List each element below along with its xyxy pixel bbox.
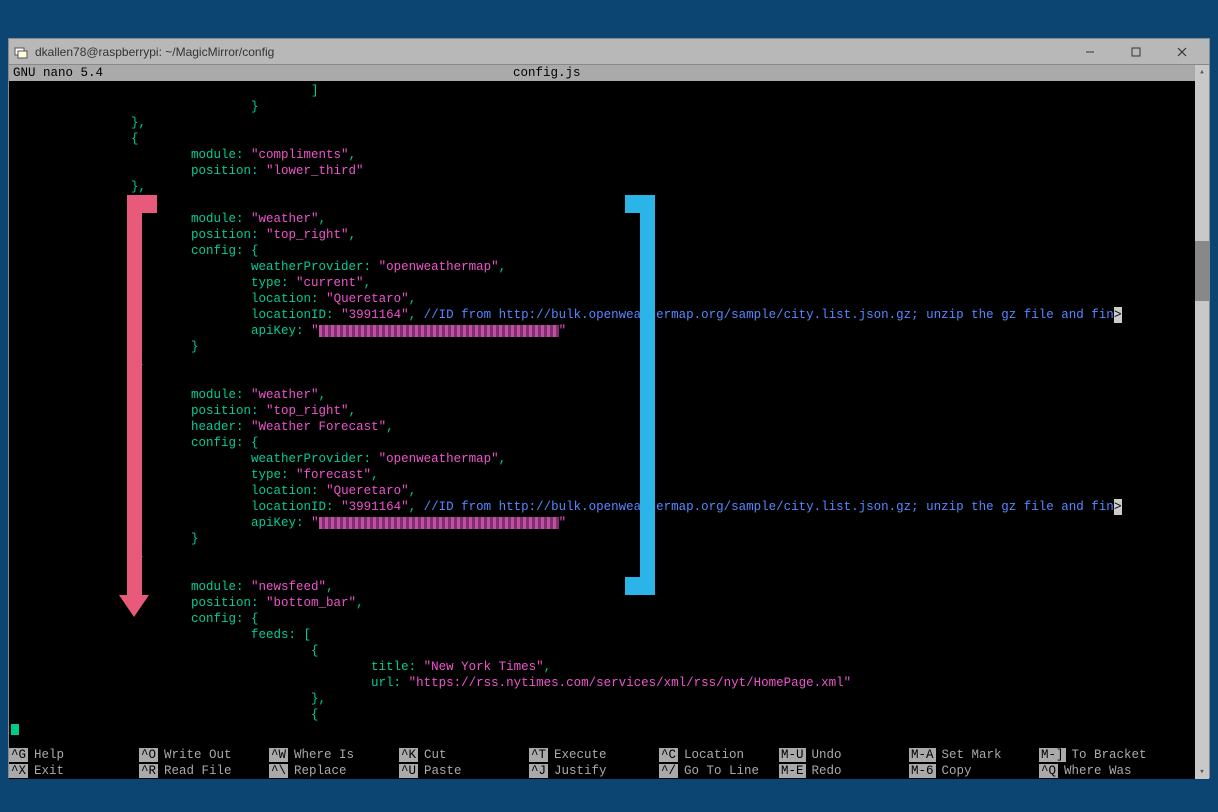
replace-shortcut: Replace — [288, 764, 347, 778]
line-continuation-icon: > — [1114, 307, 1122, 323]
maximize-button[interactable] — [1113, 40, 1159, 64]
titlebar[interactable]: dkallen78@raspberrypi: ~/MagicMirror/con… — [9, 39, 1209, 65]
justify-shortcut: Justify — [548, 764, 607, 778]
line-continuation-icon: > — [1114, 499, 1122, 515]
editor-content[interactable]: ] } }, { module: "compliments", position… — [9, 81, 1209, 735]
execute-shortcut: Execute — [548, 748, 607, 762]
whereis-shortcut: Where Is — [288, 748, 354, 762]
scroll-thumb[interactable] — [1195, 241, 1209, 301]
exit-shortcut: Exit — [28, 764, 64, 778]
nano-header: GNU nano 5.4 config.js — [9, 65, 1209, 81]
copy-shortcut: Copy — [936, 764, 972, 778]
nano-app-name: GNU nano 5.4 — [13, 66, 513, 80]
cut-shortcut: Cut — [418, 748, 447, 762]
redo-shortcut: Redo — [806, 764, 842, 778]
redacted-apikey — [319, 325, 559, 337]
paste-shortcut: Paste — [418, 764, 462, 778]
nano-file-name: config.js — [513, 66, 1205, 80]
nano-footer: ^GHelp ^OWrite Out ^WWhere Is ^KCut ^TEx… — [9, 747, 1209, 779]
redacted-apikey — [319, 517, 559, 529]
window-title: dkallen78@raspberrypi: ~/MagicMirror/con… — [35, 45, 1067, 59]
scroll-down-icon[interactable]: ▾ — [1195, 765, 1209, 779]
close-button[interactable] — [1159, 40, 1205, 64]
cursor — [11, 724, 19, 735]
setmark-shortcut: Set Mark — [936, 748, 1002, 762]
readfile-shortcut: Read File — [158, 764, 232, 778]
scroll-up-icon[interactable]: ▴ — [1195, 65, 1209, 79]
terminal-area[interactable]: GNU nano 5.4 config.js ] } }, { — [9, 65, 1209, 779]
writeout-shortcut: Write Out — [158, 748, 232, 762]
undo-shortcut: Undo — [806, 748, 842, 762]
wherewas-shortcut: Where Was — [1058, 764, 1132, 778]
location-shortcut: Location — [678, 748, 744, 762]
putty-icon — [13, 44, 29, 60]
terminal-window: dkallen78@raspberrypi: ~/MagicMirror/con… — [8, 38, 1210, 778]
tobracket-shortcut: To Bracket — [1066, 748, 1147, 762]
help-shortcut: Help — [28, 748, 64, 762]
minimize-button[interactable] — [1067, 40, 1113, 64]
gotoline-shortcut: Go To Line — [678, 764, 759, 778]
scrollbar[interactable]: ▴ ▾ — [1195, 65, 1209, 779]
